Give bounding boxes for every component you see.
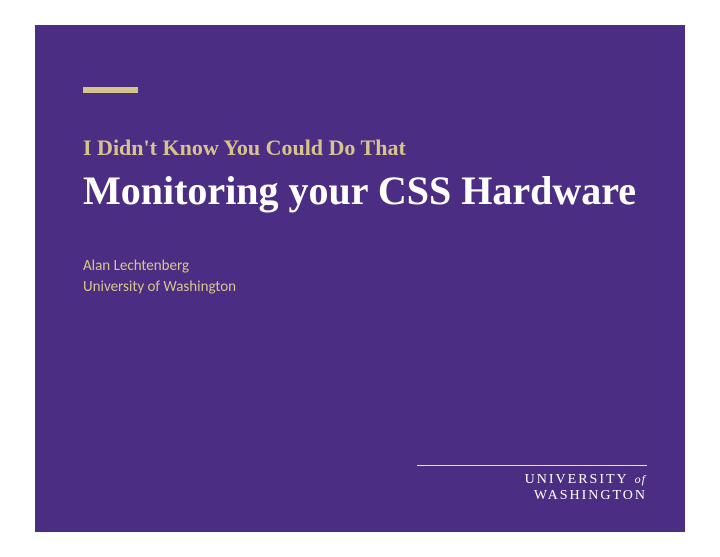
slide-outer: I Didn't Know You Could Do That Monitori… [0, 0, 720, 557]
slide-title: Monitoring your CSS Hardware [83, 167, 637, 214]
slide-kicker: I Didn't Know You Could Do That [83, 135, 637, 161]
slide-content: I Didn't Know You Could Do That Monitori… [35, 25, 685, 532]
university-logo: UNIVERSITY of WASHINGTON [417, 465, 647, 504]
slide-author: Alan Lechtenberg [83, 256, 637, 277]
accent-bar [83, 87, 138, 93]
logo-word-university: UNIVERSITY [525, 472, 628, 487]
slide-affiliation: University of Washington [83, 277, 637, 298]
logo-word-of: of [635, 472, 646, 486]
logo-word-washington: WASHINGTON [534, 488, 647, 503]
